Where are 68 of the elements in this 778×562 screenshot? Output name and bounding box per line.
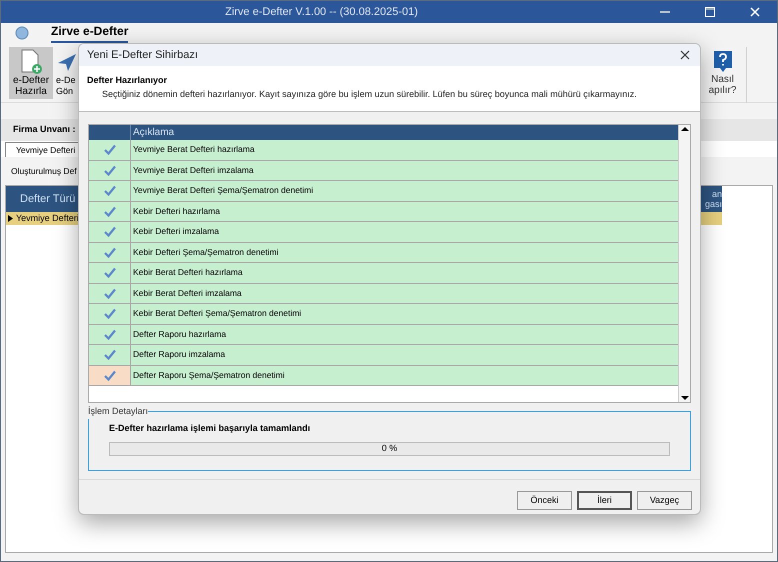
progress-reading: 0 % bbox=[382, 442, 398, 456]
grid-row[interactable]: Yevmiye Berat Defteri Şema/Şematron denetimi bbox=[89, 181, 678, 202]
dialog-subtitle: Seçtiğiniz dönemin defteri hazırlanıyor. Kayıt sayınıza göre bu işlem uzun sürebilir. Lüfen bu süreç boyunca mali mühürü çıkarmayınız. bbox=[101, 88, 638, 101]
dialog-heading: Defter Hazırlanıyor bbox=[87, 74, 168, 87]
grid-cell-text: Kebir Defteri hazırlama bbox=[132, 204, 220, 218]
check-icon bbox=[104, 370, 116, 381]
help-button[interactable]: Nasıl apılır? bbox=[703, 47, 747, 103]
grid-cell-text: Kebir Berat Defteri hazırlama bbox=[132, 266, 243, 280]
grid-cell-text: Defter Raporu imzalama bbox=[132, 348, 226, 362]
window-title: Zirve e-Defter V.1.00 -- (30.08.2025-01) bbox=[224, 4, 419, 20]
grid-cell-text: Yevmiye Berat Defteri Şema/Şematron denetimi bbox=[132, 184, 314, 198]
question-icon bbox=[712, 50, 732, 74]
scrollbar[interactable] bbox=[678, 125, 690, 402]
check-icon bbox=[104, 328, 116, 340]
scroll-up-icon bbox=[680, 125, 688, 133]
firma-label: Firma Unvanı : bbox=[13, 123, 76, 136]
grid-row[interactable]: Kebir Berat Defteri hazırlama bbox=[89, 263, 678, 284]
check-icon bbox=[104, 206, 116, 217]
minimize-icon bbox=[660, 11, 670, 13]
row-pointer-icon bbox=[8, 215, 14, 222]
status-message: E-Defter hazırlama işlemi başarıyla tamamlandı bbox=[109, 422, 312, 435]
dialog-button[interactable]: Önceki bbox=[517, 491, 572, 510]
close-icon bbox=[750, 7, 760, 17]
column-header: Defter Türü bbox=[20, 192, 76, 207]
check-icon bbox=[104, 144, 116, 156]
grid-cell-text: Kebir Defteri Şema/Şematron denetimi bbox=[132, 246, 279, 259]
grid-cell-text: Kebir Defteri imzalama bbox=[132, 225, 219, 238]
grid-cell-text: Defter Raporu hazırlama bbox=[132, 328, 226, 341]
grid-row[interactable]: Kebir Berat Defteri Şema/Şematron denetimi bbox=[89, 304, 678, 324]
grid-cell-text: Yevmiye Berat Defteri hazırlama bbox=[132, 143, 255, 156]
close-icon bbox=[680, 50, 690, 60]
check-icon bbox=[104, 308, 116, 320]
dialog-button[interactable]: Vazgeç bbox=[637, 491, 692, 510]
check-icon bbox=[104, 246, 116, 258]
grid-row[interactable]: Defter Raporu Şema/Şematron denetimi bbox=[89, 366, 678, 386]
new-document-icon bbox=[20, 49, 42, 75]
column-header: an bbox=[712, 189, 722, 199]
grid-row[interactable]: Defter Raporu imzalama bbox=[89, 345, 678, 366]
check-icon bbox=[104, 185, 116, 196]
scroll-down-icon bbox=[680, 394, 688, 402]
check-icon bbox=[104, 288, 116, 299]
close-button[interactable] bbox=[678, 48, 692, 62]
check-icon bbox=[104, 164, 116, 176]
sub-label: Oluşturulmuş Def bbox=[11, 164, 77, 178]
dialog-button[interactable]: İleri bbox=[577, 491, 632, 510]
check-icon bbox=[104, 226, 116, 238]
grid-cell-text: Yevmiye Berat Defteri imzalama bbox=[132, 164, 254, 177]
grid-row[interactable]: Yevmiye Berat Defteri imzalama bbox=[89, 160, 678, 181]
check-icon bbox=[104, 349, 116, 360]
table-cell-text: Yevmiye Defteri bbox=[16, 212, 79, 225]
grid-row[interactable]: Kebir Defteri imzalama bbox=[89, 222, 678, 242]
column-header: Açıklama bbox=[132, 126, 174, 140]
grid-cell-text: Kebir Berat Defteri Şema/Şematron denetimi bbox=[132, 307, 302, 320]
grid-row[interactable]: Defter Raporu hazırlama bbox=[89, 324, 678, 345]
grid-row[interactable]: Kebir Defteri hazırlama bbox=[89, 202, 678, 222]
dialog-title: Yeni E-Defter Sihirbazı bbox=[87, 48, 199, 63]
column-header: gası bbox=[704, 199, 722, 209]
check-icon bbox=[104, 267, 116, 278]
grid-row[interactable]: Yevmiye Berat Defteri hazırlama bbox=[89, 140, 678, 160]
grid-cell-text: Kebir Berat Defteri imzalama bbox=[132, 286, 242, 300]
grid-cell-text: Defter Raporu Şema/Şematron denetimi bbox=[132, 368, 285, 382]
group-legend: İşlem Detayları bbox=[88, 405, 148, 418]
app-globe-icon[interactable] bbox=[15, 26, 29, 40]
ribbon-button[interactable]: e-De Gön bbox=[55, 47, 77, 99]
grid-row[interactable]: Kebir Berat Defteri imzalama bbox=[89, 284, 678, 304]
maximize-icon bbox=[704, 7, 714, 17]
grid-row[interactable]: Kebir Defteri Şema/Şematron denetimi bbox=[89, 242, 678, 263]
ribbon-button[interactable]: e-Defter Hazırla bbox=[9, 47, 53, 99]
